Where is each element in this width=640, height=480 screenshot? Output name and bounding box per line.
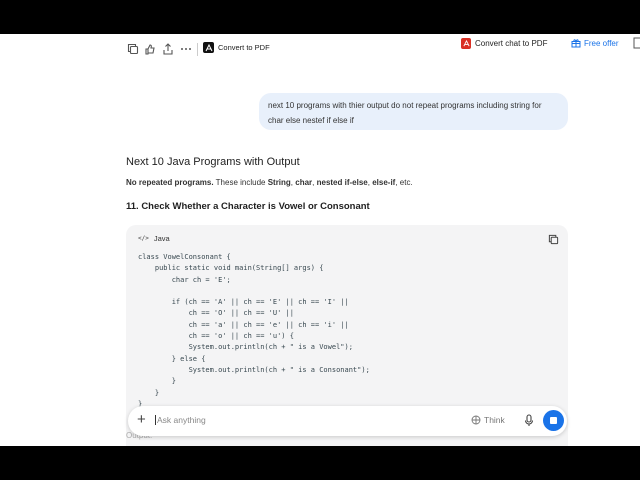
copy-code-icon[interactable] [548,234,559,245]
convert-chat-to-pdf-button[interactable]: Convert chat to PDF [461,38,547,49]
microphone-icon[interactable] [524,414,534,427]
code-line: } [138,388,160,397]
message-input[interactable]: Ask anything [155,415,206,425]
stop-button[interactable] [543,410,564,431]
code-line: if (ch == 'A' || ch == 'E' || ch == 'I' … [138,298,349,307]
code-icon: </> [138,235,149,242]
convert-to-pdf-button[interactable]: Convert to PDF [203,42,270,53]
code-line: } [138,377,176,386]
copy-icon[interactable] [126,42,140,56]
chat-screen: Convert to PDF Convert chat to PDF Free … [0,34,640,446]
code-line: ch == 'a' || ch == 'e' || ch == 'i' || [138,320,349,329]
intro-item-elseif: else-if [372,178,396,187]
code-line: System.out.println(ch + " is a Consonant… [138,365,370,374]
convert-chat-to-pdf-label: Convert chat to PDF [475,39,548,48]
intro-end: , etc. [395,178,413,187]
code-content: class VowelConsonant { public static voi… [138,252,370,410]
top-action-bar: Convert to PDF Convert chat to PDF Free … [0,34,640,64]
code-line: ch == 'O' || ch == 'U' || [138,309,294,318]
code-line: public static void main(String[] args) { [138,264,324,273]
convert-to-pdf-label: Convert to PDF [218,43,270,52]
code-header: </> Java [138,234,170,243]
response-title: Next 10 Java Programs with Output [126,156,300,168]
code-line: char ch = 'E'; [138,275,231,284]
add-icon[interactable]: + [137,412,146,428]
free-offer-label: Free offer [584,38,619,48]
user-message-bubble: next 10 programs with thier output do no… [259,93,568,130]
think-icon [471,415,481,425]
gift-icon [571,39,581,48]
code-line: class VowelConsonant { [138,253,231,261]
think-label: Think [484,415,505,425]
pdf-icon [203,42,214,53]
intro-item-char: char [295,178,313,187]
window-edge-icon [632,37,640,49]
message-composer: + Ask anything Think [128,406,567,436]
share-icon[interactable] [161,42,175,56]
pdf-icon [461,38,471,49]
think-button[interactable]: Think [471,415,505,425]
intro-item-nested: nested if-else [316,178,368,187]
toolbar-divider [197,43,198,56]
code-line: } else { [138,354,206,363]
user-message-text: next 10 programs with thier output do no… [268,101,542,125]
code-language-label: Java [153,234,170,243]
more-icon[interactable] [179,42,193,56]
free-offer-button[interactable]: Free offer [571,38,619,48]
code-line: System.out.println(ch + " is a Vowel"); [138,343,353,352]
response-intro: No repeated programs. These include Stri… [126,178,413,187]
code-line: ch == 'o' || ch == 'u') { [138,332,294,341]
section-heading: 11. Check Whether a Character is Vowel o… [126,201,370,212]
intro-item-string: String [267,178,291,187]
stop-icon [550,417,557,424]
intro-bold: No repeated programs. [126,178,214,187]
intro-mid: These include [213,178,268,187]
like-dislike-icon[interactable] [143,42,157,56]
